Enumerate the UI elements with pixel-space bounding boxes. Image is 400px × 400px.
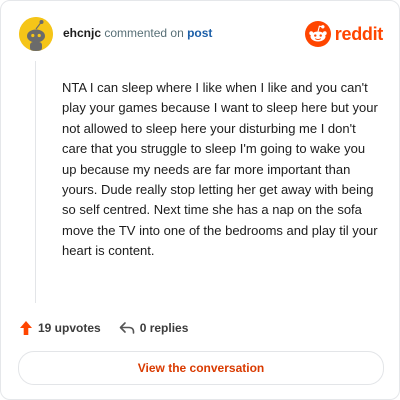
comment-card: ehcnjc commented on post reddit NTA I ca… xyxy=(0,0,400,400)
upvotes-count: 19 upvotes xyxy=(38,321,101,335)
replies-count: 0 replies xyxy=(139,321,189,335)
reply-button[interactable]: 0 replies xyxy=(119,321,189,335)
upvote-arrow-icon xyxy=(20,321,32,335)
commented-on-text: commented on xyxy=(104,26,184,40)
post-link[interactable]: post xyxy=(187,26,212,40)
username-link[interactable]: ehcnjc xyxy=(63,26,101,40)
reply-arrow-icon xyxy=(119,322,135,334)
comment-body: NTA I can sleep where I like when I like… xyxy=(62,80,378,259)
comment-header: ehcnjc commented on post reddit xyxy=(19,17,383,51)
upvote-button[interactable]: 19 upvotes xyxy=(19,320,101,336)
reddit-brand[interactable]: reddit xyxy=(304,19,384,49)
user-avatar-icon[interactable] xyxy=(19,17,53,51)
reddit-wordmark: reddit xyxy=(334,23,384,44)
comment-meta: ehcnjc commented on post xyxy=(63,26,212,40)
thread-line xyxy=(35,61,36,303)
reddit-logo-icon xyxy=(304,21,331,47)
view-conversation-button[interactable]: View the conversation xyxy=(18,351,384,385)
comment-actions: 19 upvotes 0 replies xyxy=(19,317,188,339)
